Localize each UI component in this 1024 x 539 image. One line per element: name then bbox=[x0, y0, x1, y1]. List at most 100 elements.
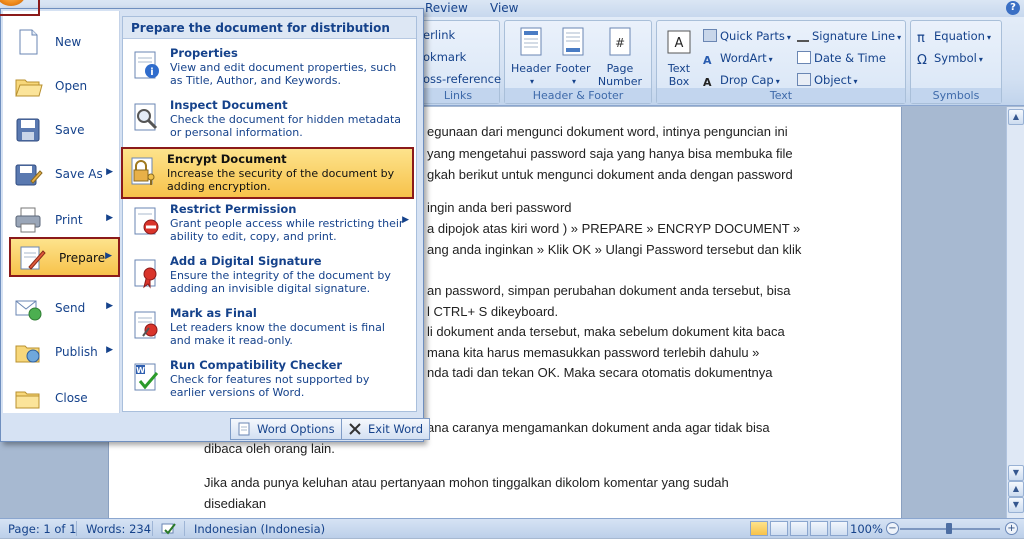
vertical-scrollbar[interactable]: ▲ ▼ ▲ ▼ bbox=[1006, 107, 1024, 518]
menu-item-label: Close bbox=[55, 391, 88, 405]
object-label: Object bbox=[814, 73, 852, 87]
omega-icon: Ω bbox=[917, 53, 927, 68]
language-indicator[interactable]: Indonesian (Indonesia) bbox=[194, 522, 325, 536]
footer-button[interactable]: Footer ▾ bbox=[553, 27, 593, 88]
menu-item-new[interactable]: New bbox=[7, 23, 119, 63]
tab-review[interactable]: Review bbox=[425, 1, 468, 15]
wordart-icon: A bbox=[703, 54, 712, 67]
cross-reference-button[interactable]: oss-reference bbox=[423, 72, 501, 86]
chevron-down-icon: ▾ bbox=[768, 55, 773, 64]
submenu-item-title: Run Compatibility Checker bbox=[170, 358, 343, 372]
header-button[interactable]: Header ▾ bbox=[511, 27, 551, 88]
word-options-button[interactable]: Word Options bbox=[230, 418, 342, 440]
zoom-out-icon[interactable]: − bbox=[886, 522, 899, 535]
menu-item-label: Save As bbox=[55, 167, 103, 181]
menu-item-prepare[interactable]: Prepare ▶ bbox=[9, 237, 120, 277]
options-document-icon bbox=[238, 422, 250, 436]
full-screen-reading-view-icon[interactable] bbox=[770, 521, 788, 536]
save-disk-icon bbox=[16, 118, 40, 142]
page-number-label-2: Number bbox=[597, 75, 643, 88]
properties-icon: i bbox=[134, 51, 159, 79]
submenu-item-title: Restrict Permission bbox=[170, 202, 297, 216]
doc-line: egunaan dari mengunci dokument word, int… bbox=[427, 124, 788, 139]
menu-item-publish[interactable]: Publish ▶ bbox=[7, 333, 119, 373]
print-layout-view-icon[interactable] bbox=[750, 521, 768, 536]
doc-line: disediakan bbox=[204, 496, 267, 511]
wordart-button[interactable]: A WordArt ▾ bbox=[703, 51, 773, 67]
lock-key-icon bbox=[131, 157, 155, 185]
zoom-level[interactable]: 100% bbox=[850, 522, 883, 536]
page-count[interactable]: Page: 1 of 1 bbox=[8, 522, 76, 536]
draft-view-icon[interactable] bbox=[830, 521, 848, 536]
page-number-button[interactable]: # Page Number bbox=[595, 27, 645, 88]
menu-item-open[interactable]: Open bbox=[7, 67, 119, 107]
submenu-item-desc: Increase the security of the document by… bbox=[167, 167, 395, 193]
object-button[interactable]: Object ▾ bbox=[797, 73, 857, 87]
menu-item-save[interactable]: Save bbox=[7, 111, 119, 151]
prepare-icon bbox=[20, 246, 46, 270]
compatibility-icon: W bbox=[134, 363, 159, 391]
page-number-label-1: Page bbox=[606, 62, 634, 75]
doc-line: ang anda inginkan » Klik OK » Ulangi Pas… bbox=[427, 242, 802, 257]
printer-icon bbox=[15, 207, 41, 233]
menu-item-close[interactable]: Close bbox=[7, 379, 119, 419]
submenu-item-desc: Let readers know the document is final a… bbox=[170, 321, 385, 347]
text-box-button[interactable]: A Text Box bbox=[661, 27, 697, 88]
scroll-down-icon[interactable]: ▼ bbox=[1008, 465, 1024, 481]
quick-parts-label: Quick Parts bbox=[720, 29, 785, 43]
menu-item-print[interactable]: Print ▶ bbox=[7, 201, 119, 241]
save-as-icon bbox=[15, 164, 43, 186]
menu-item-save-as[interactable]: Save As ▶ bbox=[7, 155, 119, 195]
submenu-item-inspect-document[interactable]: Inspect Document Check the document for … bbox=[126, 95, 415, 147]
submenu-item-restrict-permission[interactable]: Restrict Permission Grant people access … bbox=[126, 199, 415, 251]
submenu-item-encrypt-document[interactable]: Encrypt Document Increase the security o… bbox=[121, 147, 414, 199]
chevron-down-icon: ▾ bbox=[978, 55, 983, 64]
submenu-arrow-icon: ▶ bbox=[105, 251, 112, 261]
next-page-icon[interactable]: ▼ bbox=[1008, 497, 1024, 513]
equation-button[interactable]: π Equation ▾ bbox=[917, 29, 991, 46]
bookmark-button[interactable]: okmark bbox=[423, 50, 466, 64]
submenu-item-add-digital-signature[interactable]: Add a Digital Signature Ensure the integ… bbox=[126, 251, 415, 303]
svg-text:W: W bbox=[136, 366, 145, 375]
hyperlink-button[interactable]: erlink bbox=[423, 28, 455, 42]
submenu-item-properties[interactable]: i Properties View and edit document prop… bbox=[126, 43, 415, 95]
office-logo-icon bbox=[0, 0, 26, 6]
submenu-item-run-compatibility-checker[interactable]: W Run Compatibility Checker Check for fe… bbox=[126, 355, 415, 407]
group-label-text: Text bbox=[657, 88, 905, 103]
help-icon[interactable]: ? bbox=[1006, 1, 1020, 15]
date-time-button[interactable]: Date & Time bbox=[797, 51, 886, 65]
quick-parts-button[interactable]: Quick Parts ▾ bbox=[703, 29, 791, 43]
word-count[interactable]: Words: 234 bbox=[86, 522, 151, 536]
equation-label: Equation bbox=[934, 29, 985, 43]
symbol-button[interactable]: Ω Symbol ▾ bbox=[917, 51, 983, 68]
menu-item-label: Send bbox=[55, 301, 86, 315]
web-layout-view-icon[interactable] bbox=[790, 521, 808, 536]
proofing-icon[interactable] bbox=[161, 522, 177, 536]
previous-page-icon[interactable]: ▲ bbox=[1008, 481, 1024, 497]
scroll-up-icon[interactable]: ▲ bbox=[1008, 109, 1024, 125]
office-button[interactable] bbox=[0, 0, 40, 16]
menu-item-label: Prepare bbox=[59, 251, 106, 265]
group-label-header-footer: Header & Footer bbox=[505, 88, 651, 103]
date-time-label: Date & Time bbox=[814, 51, 886, 65]
outline-view-icon[interactable] bbox=[810, 521, 828, 536]
menu-item-send[interactable]: Send ▶ bbox=[7, 289, 119, 329]
zoom-slider-thumb[interactable] bbox=[946, 523, 952, 534]
exit-word-button[interactable]: Exit Word bbox=[341, 418, 430, 440]
submenu-arrow-icon: ▶ bbox=[106, 213, 113, 223]
zoom-in-icon[interactable]: + bbox=[1005, 522, 1018, 535]
signature-line-button[interactable]: Signature Line ▾ bbox=[797, 29, 901, 43]
doc-line: li dokument anda tersebut, maka sebelum … bbox=[427, 324, 785, 339]
exit-word-label: Exit Word bbox=[368, 422, 423, 436]
divider bbox=[184, 521, 185, 536]
group-links: erlink okmark oss-reference Links bbox=[416, 20, 501, 104]
drop-cap-button[interactable]: A Drop Cap ▾ bbox=[703, 73, 780, 89]
word-options-label: Word Options bbox=[257, 422, 335, 436]
submenu-title: Prepare the document for distribution bbox=[123, 17, 416, 39]
tab-view[interactable]: View bbox=[490, 1, 518, 15]
submenu-item-title: Encrypt Document bbox=[167, 152, 287, 166]
submenu-item-mark-as-final[interactable]: Mark as Final Let readers know the docum… bbox=[126, 303, 415, 355]
symbol-label: Symbol bbox=[934, 51, 977, 65]
group-label-links: Links bbox=[417, 88, 499, 103]
new-document-icon bbox=[19, 29, 38, 55]
